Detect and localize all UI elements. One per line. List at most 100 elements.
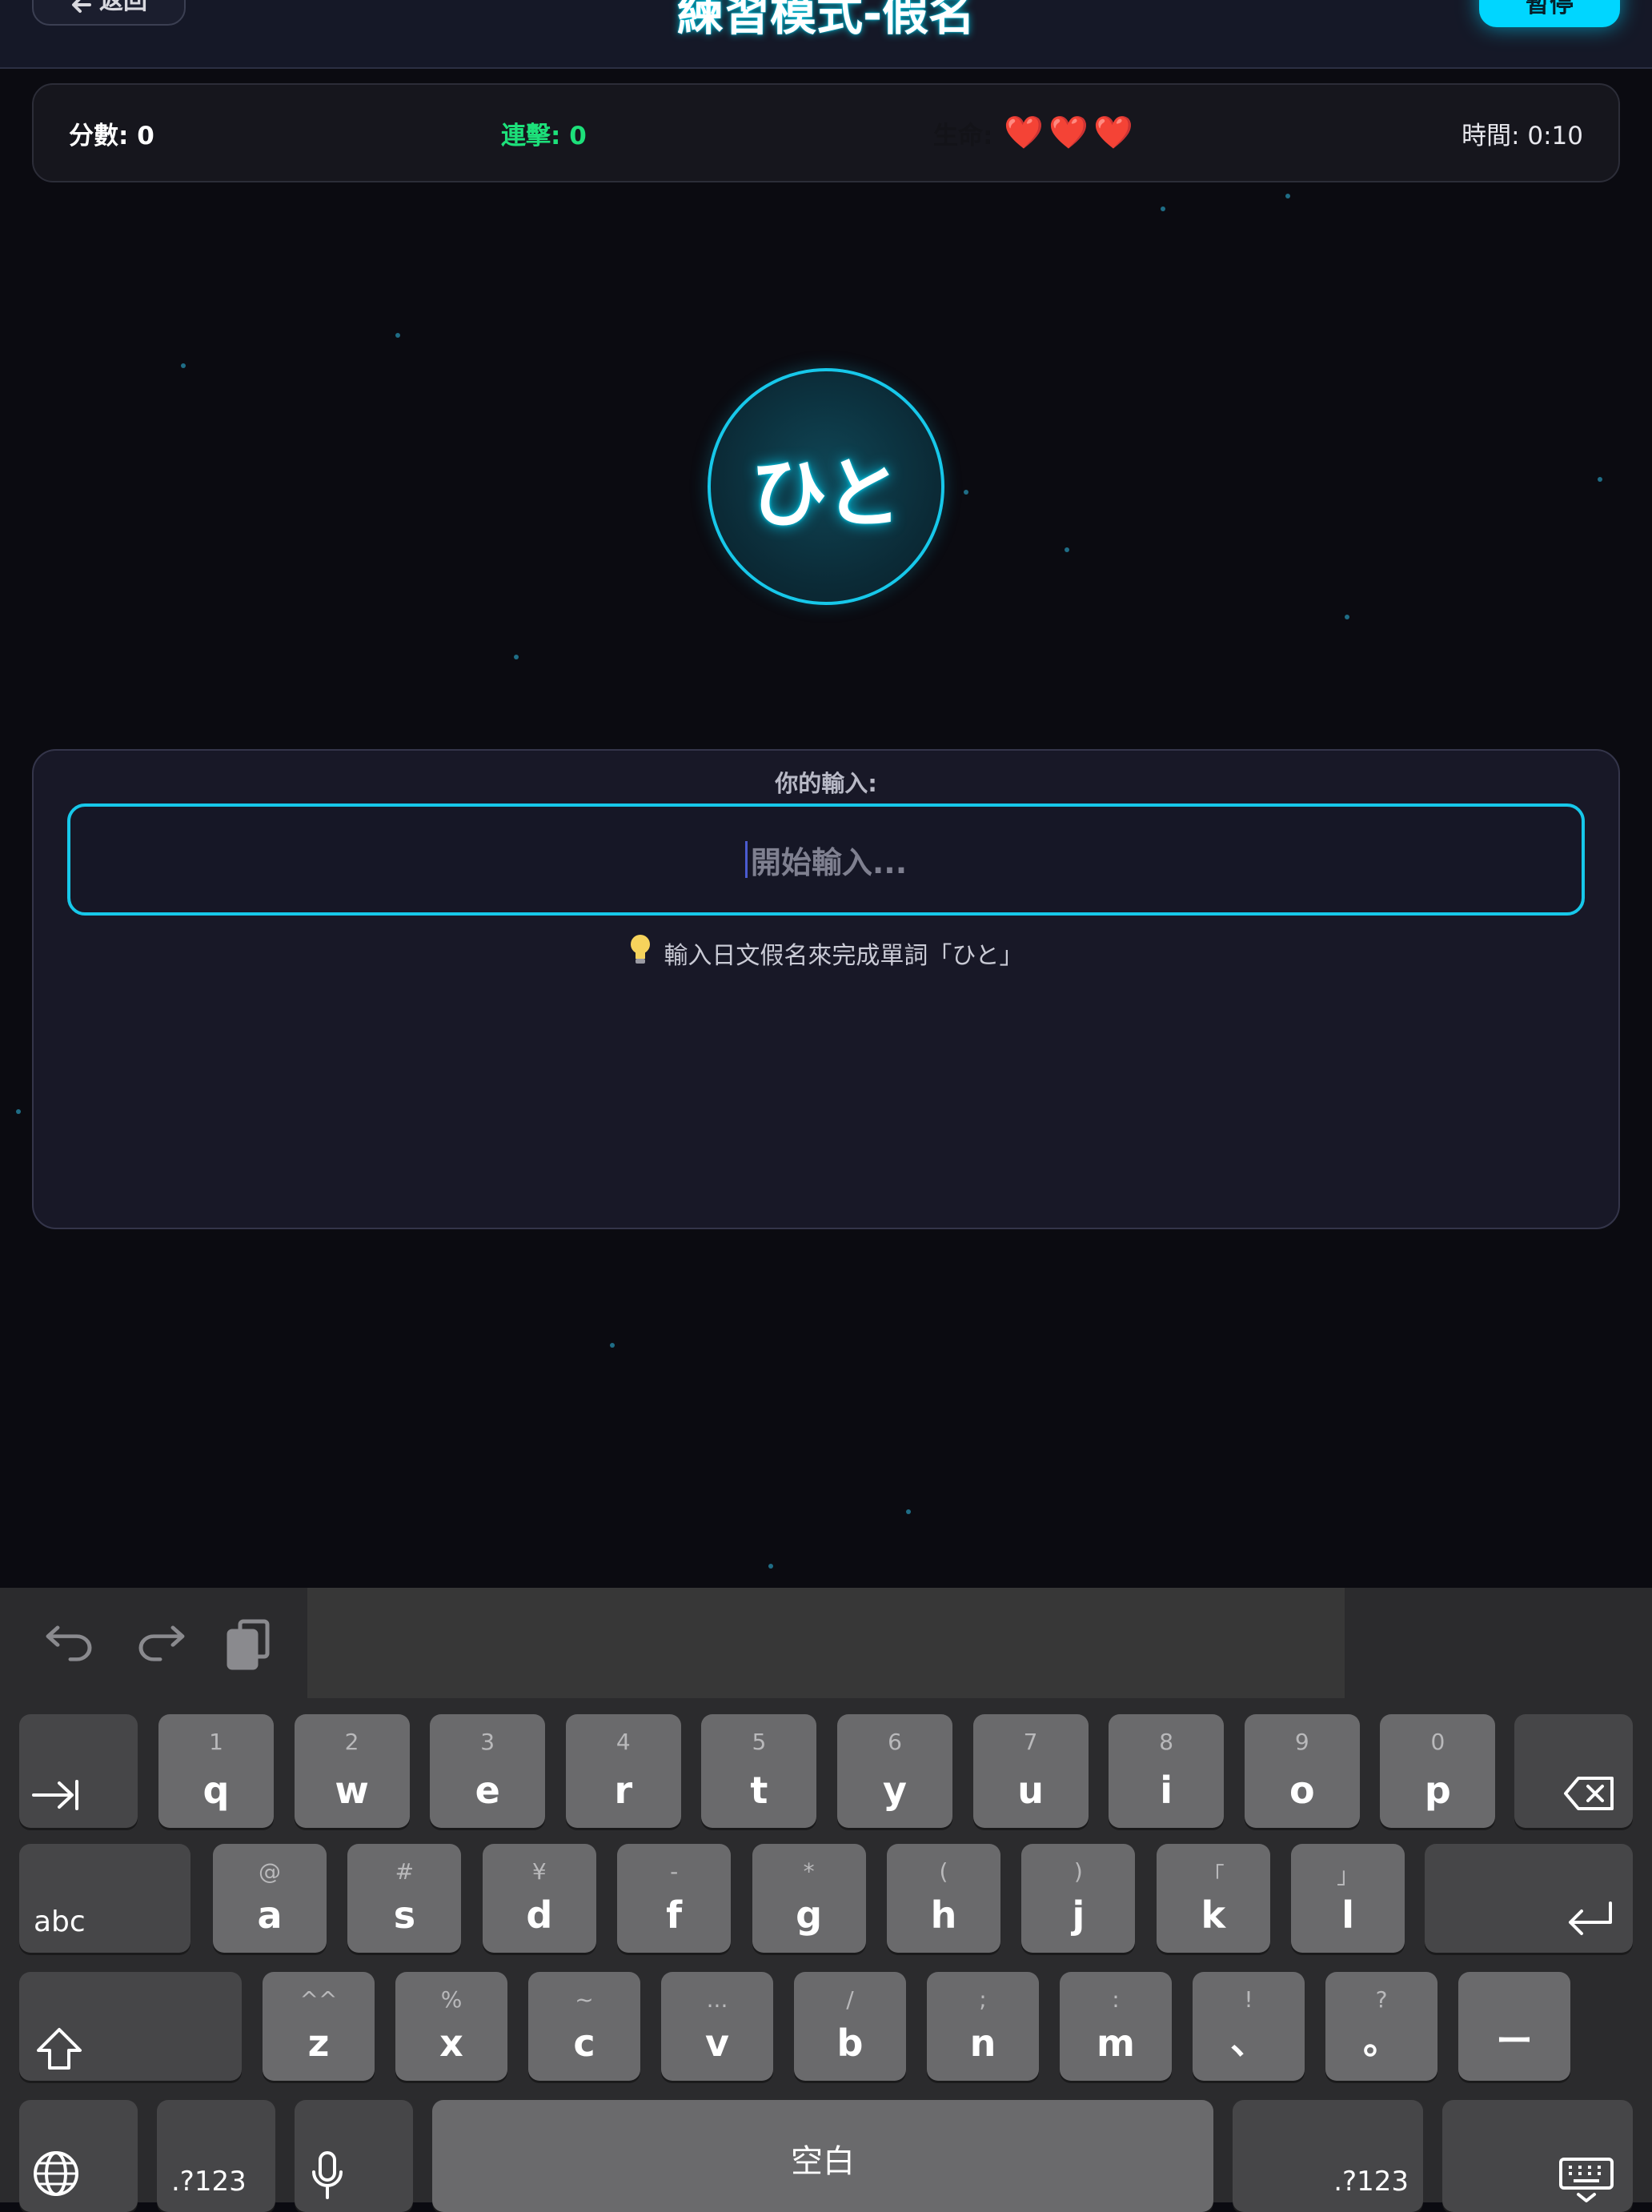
star-particle <box>610 1343 615 1348</box>
dictation-key[interactable] <box>295 2100 413 2212</box>
key-2-6[interactable]: ) j <box>1021 1844 1136 1953</box>
key-1-6[interactable]: 7u <box>972 1714 1089 1828</box>
key-3-1[interactable]: % x <box>395 1972 507 2081</box>
star-particle <box>1345 615 1349 619</box>
key-2-1[interactable]: # s <box>347 1844 462 1953</box>
key-primary-label: b <box>836 2022 864 2065</box>
key-secondary-label: 」 <box>1337 1862 1360 1889</box>
key-secondary-label: ( <box>939 1858 948 1885</box>
key-secondary-label: 7 <box>1023 1729 1038 1755</box>
key-primary-label: s <box>393 1893 416 1937</box>
return-icon <box>1569 1901 1612 1935</box>
key-primary-label: 。 <box>1363 2019 1400 2062</box>
key-3-4[interactable]: / b <box>794 1972 906 2081</box>
shift-icon <box>37 2028 82 2070</box>
answer-input[interactable]: 開始輸入... <box>67 803 1585 916</box>
key-2-0[interactable]: @ a <box>213 1844 327 1953</box>
key-primary-label: a <box>257 1893 283 1937</box>
key-2-2[interactable]: ¥ d <box>482 1844 596 1953</box>
lives-display: 生命: ❤️ ❤️ ❤️ <box>933 85 1133 181</box>
key-secondary-label: 1 <box>209 1729 223 1755</box>
key-secondary-label: ! <box>1244 1986 1253 2013</box>
key-1-3[interactable]: 4r <box>565 1714 681 1828</box>
input-label: 你的輸入: <box>775 770 877 797</box>
numbers-key-right[interactable]: .?123 <box>1233 2100 1423 2212</box>
lives-label: 生命: <box>933 121 993 150</box>
shift-key[interactable] <box>19 1972 242 2081</box>
undo-icon[interactable] <box>42 1617 98 1673</box>
key-primary-label: r <box>614 1769 633 1812</box>
candidate-bar[interactable] <box>307 1588 1345 1698</box>
key-3-2[interactable]: ~ c <box>528 1972 640 2081</box>
input-panel: 你的輸入: 開始輸入... 輸入日文假名來完成單詞「ひと」 <box>32 749 1620 1229</box>
heart-icon: ❤️ <box>1049 114 1089 151</box>
key-3-3[interactable]: ... v <box>661 1972 773 2081</box>
star-particle <box>514 655 519 659</box>
key-secondary-label: ~ <box>575 1986 594 2013</box>
key-2-8[interactable]: 」 l <box>1291 1844 1405 1953</box>
key-2-5[interactable]: (h <box>887 1844 1000 1953</box>
key-secondary-label: - <box>670 1858 679 1885</box>
lightbulb-icon <box>628 933 652 972</box>
key-1-5[interactable]: 6y <box>837 1714 952 1828</box>
key-1-1[interactable]: 2w <box>294 1714 410 1828</box>
numbers-key-left[interactable]: .?123 <box>157 2100 275 2212</box>
redo-icon[interactable] <box>133 1617 189 1673</box>
key-3-0[interactable]: ^^ z <box>263 1972 375 2081</box>
star-particle <box>1161 206 1165 211</box>
key-1-8[interactable]: 9o <box>1244 1714 1360 1828</box>
key-secondary-label: ; <box>979 1986 987 2013</box>
key-primary-label: k <box>1201 1893 1226 1937</box>
key-secondary-label: 4 <box>615 1729 631 1755</box>
star-particle <box>906 1509 911 1514</box>
tab-key[interactable] <box>19 1714 138 1828</box>
star-particle <box>1285 194 1290 198</box>
key-primary-label: 、 <box>1230 2019 1267 2062</box>
key-primary-label: m <box>1097 2022 1135 2065</box>
key-secondary-label: : <box>1112 1986 1120 2013</box>
key-1-7[interactable]: 8i <box>1109 1714 1225 1828</box>
key-1-9[interactable]: 0p <box>1380 1714 1496 1828</box>
onscreen-keyboard: 1q2w3e4r5t6y7u8i9o0p abc @ a # s ¥ d - f * g(h) j 「… <box>0 1588 1652 2212</box>
key-3-7[interactable]: !、 <box>1193 1972 1305 2081</box>
time-display: 時間: 0:10 <box>1462 121 1583 150</box>
star-particle <box>1065 547 1069 552</box>
key-3-6[interactable]: :m <box>1060 1972 1172 2081</box>
key-primary-label: z <box>307 2022 330 2065</box>
pause-button[interactable]: 暫停 <box>1479 0 1620 27</box>
key-2-4[interactable]: * g <box>752 1844 866 1953</box>
microphone-icon <box>312 2151 343 2199</box>
backspace-key[interactable] <box>1514 1714 1633 1828</box>
status-bar: 分數: 0 連擊: 0 生命: ❤️ ❤️ ❤️ 時間: 0:10 <box>32 83 1620 182</box>
key-primary-label: q <box>202 1769 230 1812</box>
dismiss-keyboard-key[interactable] <box>1442 2100 1633 2212</box>
key-secondary-label: 3 <box>480 1729 495 1755</box>
top-bar: 返回 練習模式-假名 暫停 <box>0 0 1652 69</box>
key-secondary-label: ¥ <box>531 1858 547 1885</box>
key-3-8[interactable]: ?。 <box>1325 1972 1437 2081</box>
heart-icon: ❤️ <box>1004 114 1045 151</box>
key-3-5[interactable]: ; n <box>927 1972 1039 2081</box>
page-title: 練習模式-假名 <box>676 0 976 41</box>
abc-key[interactable]: abc <box>19 1844 190 1953</box>
combo-display: 連擊: 0 <box>501 121 587 150</box>
globe-key[interactable] <box>19 2100 138 2212</box>
key-2-7[interactable]: 「k <box>1156 1844 1270 1953</box>
return-key[interactable] <box>1425 1844 1633 1953</box>
hint-label: 輸入日文假名來完成單詞「ひと」 <box>664 941 1024 970</box>
key-primary-label: ー <box>1496 2019 1533 2062</box>
space-key[interactable]: 空白 <box>432 2100 1213 2212</box>
paste-icon[interactable] <box>223 1617 279 1673</box>
key-primary-label: i <box>1160 1769 1173 1812</box>
answer-input-placeholder: 開始輸入... <box>750 844 908 880</box>
key-secondary-label: 8 <box>1159 1729 1174 1755</box>
key-1-0[interactable]: 1q <box>158 1714 274 1828</box>
hint-text: 輸入日文假名來完成單詞「ひと」 <box>34 933 1618 972</box>
key-1-4[interactable]: 5t <box>701 1714 817 1828</box>
key-1-2[interactable]: 3e <box>430 1714 546 1828</box>
key-3-9[interactable]: ー <box>1458 1972 1570 2081</box>
key-primary-label: l <box>1341 1893 1355 1937</box>
score-display: 分數: 0 <box>69 121 154 150</box>
key-primary-label: u <box>1017 1769 1044 1812</box>
key-2-3[interactable]: -f <box>617 1844 732 1953</box>
